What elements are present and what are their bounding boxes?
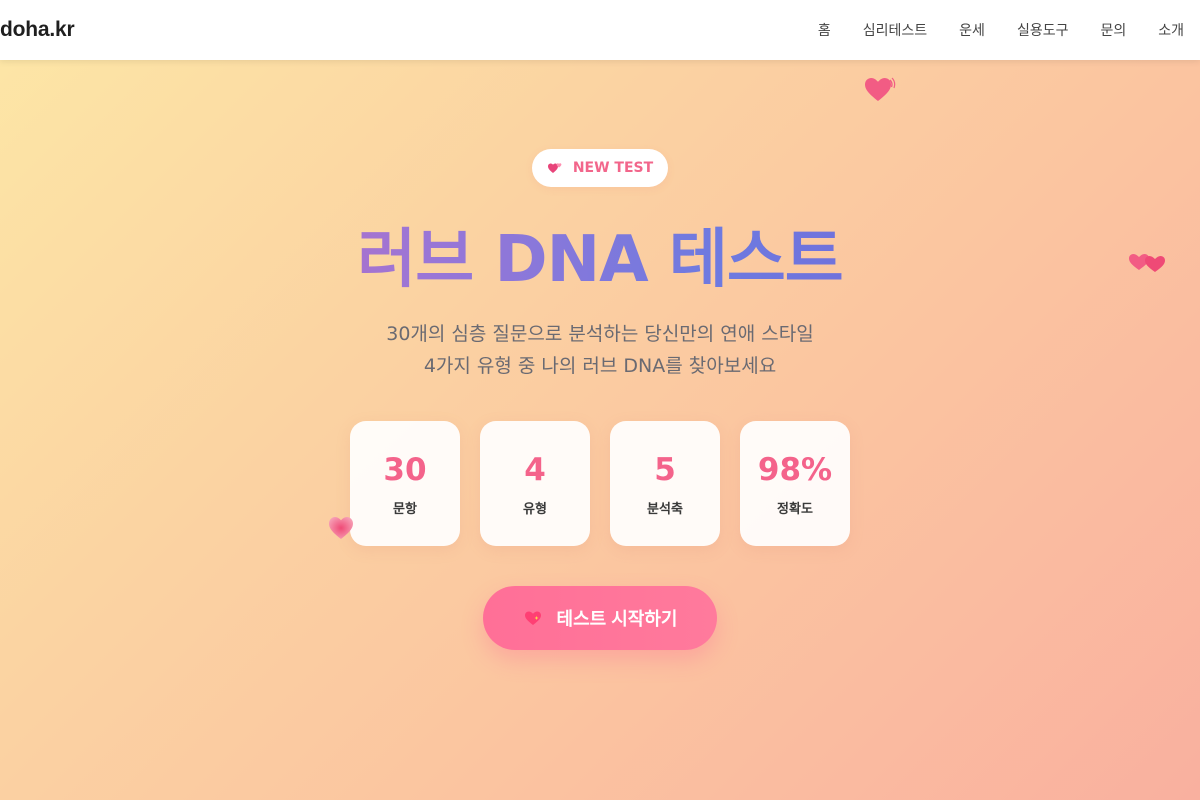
floating-heart-icon — [865, 77, 896, 101]
nav-item-fortune[interactable]: 운세 — [959, 20, 985, 40]
stat-value: 30 — [383, 452, 427, 488]
stat-card-axes: 5 분석축 — [610, 421, 720, 546]
page-title: 러브 DNA 테스트 — [0, 220, 1200, 300]
stat-label: 정확도 — [777, 502, 813, 517]
nav-item-tools[interactable]: 실용도구 — [1017, 20, 1069, 40]
subtitle-line-1: 30개의 심층 질문으로 분석하는 당신만의 연애 스타일 — [386, 323, 814, 345]
floating-heart-icon — [329, 517, 353, 539]
hero-subtitle: 30개의 심층 질문으로 분석하는 당신만의 연애 스타일 4가지 유형 중 나… — [0, 318, 1200, 382]
two-hearts-icon — [547, 163, 562, 173]
stat-label: 문항 — [393, 502, 417, 517]
site-logo[interactable]: doha.kr — [0, 18, 75, 42]
stat-value: 98% — [757, 452, 833, 488]
stats-row: 30 문항 4 유형 5 분석축 98% 정확도 — [350, 421, 850, 546]
stat-value: 5 — [654, 452, 676, 488]
stat-card-accuracy: 98% 정확도 — [740, 421, 850, 546]
stat-card-questions: 30 문항 — [350, 421, 460, 546]
heart-with-sparkle-icon — [524, 611, 541, 625]
floating-hearts-icon — [1129, 254, 1165, 272]
stat-value: 4 — [524, 452, 546, 488]
nav-item-about[interactable]: 소개 — [1158, 20, 1184, 40]
hero-section: NEW TEST 러브 DNA 테스트 30개의 심층 질문으로 분석하는 당신… — [0, 60, 1200, 800]
stat-label: 분석축 — [647, 502, 683, 517]
stat-label: 유형 — [523, 502, 547, 517]
nav-item-psych-tests[interactable]: 심리테스트 — [863, 20, 927, 40]
stat-card-types: 4 유형 — [480, 421, 590, 546]
site-header: doha.kr 홈 심리테스트 운세 실용도구 문의 소개 — [0, 0, 1200, 60]
nav-item-home[interactable]: 홈 — [818, 20, 831, 40]
start-test-label: 테스트 시작하기 — [556, 609, 678, 629]
new-test-badge: NEW TEST — [532, 149, 668, 187]
main-nav: 홈 심리테스트 운세 실용도구 문의 소개 — [818, 20, 1184, 40]
badge-label: NEW TEST — [572, 160, 654, 176]
nav-item-contact[interactable]: 문의 — [1100, 20, 1126, 40]
subtitle-line-2: 4가지 유형 중 나의 러브 DNA를 찾아보세요 — [423, 355, 777, 377]
start-test-button[interactable]: 테스트 시작하기 — [483, 586, 717, 650]
